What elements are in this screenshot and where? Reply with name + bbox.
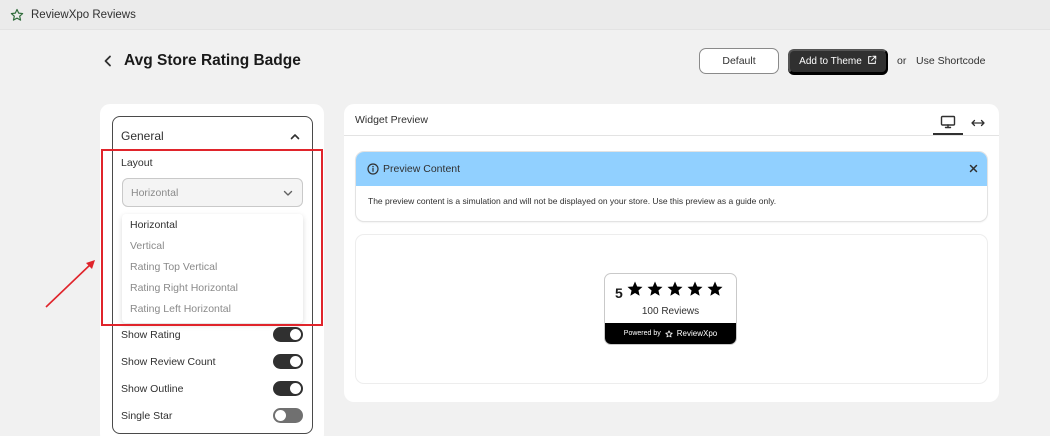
star-icon: [707, 281, 723, 296]
single-star-label: Single Star: [121, 410, 173, 422]
star-icon: [667, 281, 683, 296]
general-section-title[interactable]: General: [121, 129, 164, 143]
preview-header-divider: [344, 135, 999, 136]
widget-preview-area: 5 100 Reviews Powered by ReviewXpo: [356, 235, 987, 383]
single-star-toggle[interactable]: [273, 408, 303, 423]
show-review-count-row: Show Review Count: [121, 354, 303, 370]
show-rating-toggle[interactable]: [273, 327, 303, 342]
widget-preview-card: Widget Preview Preview Content The previ…: [344, 104, 999, 402]
back-arrow-icon[interactable]: [100, 52, 116, 70]
brand-name: ReviewXpo: [676, 329, 718, 338]
banner-title: Preview Content: [383, 163, 461, 175]
show-rating-row: Show Rating: [121, 327, 303, 343]
toggle-knob: [290, 383, 301, 394]
single-star-row: Single Star: [121, 408, 303, 424]
use-shortcode-link[interactable]: Use Shortcode: [916, 55, 985, 67]
badge-rating-value: 5: [615, 285, 623, 301]
default-button[interactable]: Default: [699, 48, 779, 74]
brand-logo-icon: [665, 329, 673, 338]
external-link-icon: [867, 55, 877, 68]
app-topbar: ReviewXpo Reviews: [0, 0, 1050, 30]
banner-message: The preview content is a simulation and …: [368, 196, 777, 206]
show-review-count-toggle[interactable]: [273, 354, 303, 369]
star-icon: [10, 8, 24, 22]
powered-by-text: Powered by: [623, 330, 661, 337]
widget-preview-title: Widget Preview: [355, 114, 428, 126]
add-to-theme-label: Add to Theme: [799, 56, 862, 67]
close-icon[interactable]: [967, 162, 979, 174]
toggle-knob: [275, 410, 286, 421]
desktop-view-icon[interactable]: [933, 110, 963, 135]
star-icon: [627, 281, 643, 296]
page-header: Avg Store Rating Badge Default Add to Th…: [100, 46, 990, 76]
add-to-theme-button[interactable]: Add to Theme: [788, 49, 888, 74]
show-review-count-label: Show Review Count: [121, 356, 216, 368]
toggle-knob: [290, 329, 301, 340]
preview-content-banner: Preview Content The preview content is a…: [356, 152, 987, 221]
full-width-view-icon[interactable]: [967, 110, 989, 135]
show-outline-toggle[interactable]: [273, 381, 303, 396]
badge-review-count: 100 Reviews: [641, 306, 700, 317]
chevron-up-icon[interactable]: [288, 129, 302, 143]
show-outline-label: Show Outline: [121, 383, 184, 395]
rating-badge: 5 100 Reviews Powered by ReviewXpo: [604, 273, 737, 345]
badge-footer: Powered by ReviewXpo: [605, 323, 736, 344]
annotation-highlight-box: [101, 149, 323, 326]
annotation-arrow-icon: [45, 260, 95, 308]
or-text: or: [897, 55, 907, 67]
show-rating-label: Show Rating: [121, 329, 181, 341]
app-name: ReviewXpo Reviews: [31, 8, 136, 21]
banner-header: Preview Content: [356, 152, 987, 186]
show-outline-row: Show Outline: [121, 381, 303, 397]
star-icon: [647, 281, 663, 296]
star-icon: [687, 281, 703, 296]
info-icon: [367, 163, 379, 175]
toggle-knob: [290, 356, 301, 367]
badge-stars: [626, 280, 724, 298]
page-title: Avg Store Rating Badge: [124, 52, 301, 69]
